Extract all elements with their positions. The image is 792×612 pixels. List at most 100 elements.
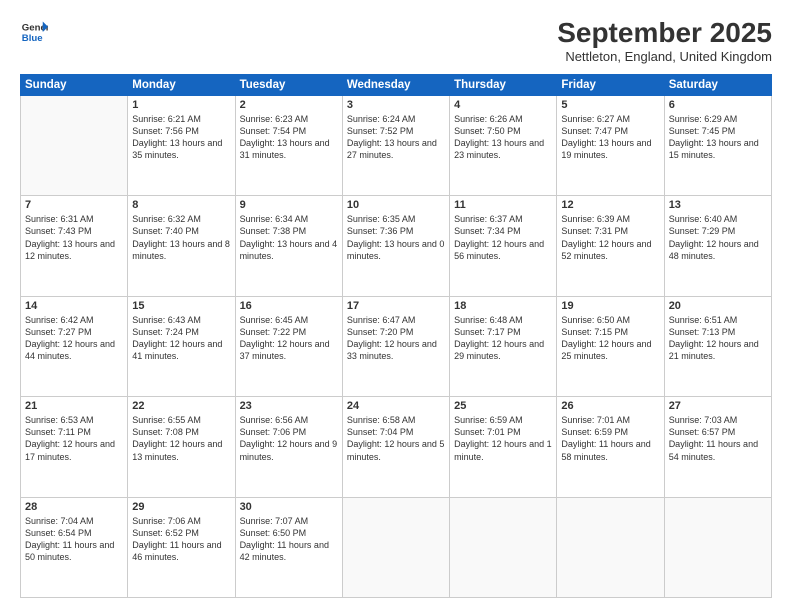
table-cell: 20Sunrise: 6:51 AMSunset: 7:13 PMDayligh… <box>664 296 771 396</box>
table-cell: 26Sunrise: 7:01 AMSunset: 6:59 PMDayligh… <box>557 397 664 497</box>
table-cell: 9Sunrise: 6:34 AMSunset: 7:38 PMDaylight… <box>235 196 342 296</box>
daylight-text: Daylight: 13 hours and 31 minutes. <box>240 137 338 161</box>
day-number: 25 <box>454 400 552 412</box>
day-number: 17 <box>347 300 445 312</box>
sunset-text: Sunset: 7:54 PM <box>240 125 338 137</box>
daylight-text: Daylight: 12 hours and 9 minutes. <box>240 438 338 462</box>
daylight-text: Daylight: 12 hours and 1 minute. <box>454 438 552 462</box>
daylight-text: Daylight: 12 hours and 33 minutes. <box>347 338 445 362</box>
daylight-text: Daylight: 12 hours and 25 minutes. <box>561 338 659 362</box>
sunrise-text: Sunrise: 7:04 AM <box>25 515 123 527</box>
sunset-text: Sunset: 7:24 PM <box>132 326 230 338</box>
table-cell: 29Sunrise: 7:06 AMSunset: 6:52 PMDayligh… <box>128 497 235 597</box>
table-cell: 1Sunrise: 6:21 AMSunset: 7:56 PMDaylight… <box>128 95 235 195</box>
sunset-text: Sunset: 6:57 PM <box>669 426 767 438</box>
day-number: 18 <box>454 300 552 312</box>
day-number: 30 <box>240 501 338 513</box>
sunset-text: Sunset: 7:34 PM <box>454 225 552 237</box>
sunset-text: Sunset: 7:56 PM <box>132 125 230 137</box>
sunset-text: Sunset: 7:43 PM <box>25 225 123 237</box>
title-block: September 2025 Nettleton, England, Unite… <box>557 18 772 64</box>
sunset-text: Sunset: 7:15 PM <box>561 326 659 338</box>
calendar-week-row: 14 Sunrise: 6:42 AMSunset: 7:27 PM Dayligh… <box>21 296 772 396</box>
sunrise-text: Sunrise: 6:26 AM <box>454 113 552 125</box>
header: General Blue September 2025 Nettleton, E… <box>20 18 772 64</box>
sunset-text: Sunset: 7:31 PM <box>561 225 659 237</box>
sunrise-text: Sunrise: 6:34 AM <box>240 213 338 225</box>
sunset-text: Sunset: 7:01 PM <box>454 426 552 438</box>
calendar-week-row: 1Sunrise: 6:21 AMSunset: 7:56 PMDaylight… <box>21 95 772 195</box>
header-friday: Friday <box>557 74 664 95</box>
daylight-text: Daylight: 13 hours and 27 minutes. <box>347 137 445 161</box>
table-cell <box>664 497 771 597</box>
day-number: 5 <box>561 99 659 111</box>
table-cell: 27Sunrise: 7:03 AMSunset: 6:57 PMDayligh… <box>664 397 771 497</box>
sunrise-text: Sunrise: 6:45 AM <box>240 314 338 326</box>
daylight-text: Daylight: 12 hours and 37 minutes. <box>240 338 338 362</box>
table-cell <box>21 95 128 195</box>
sunset-text: Sunset: 7:45 PM <box>669 125 767 137</box>
page: General Blue September 2025 Nettleton, E… <box>0 0 792 612</box>
table-cell: 19Sunrise: 6:50 AMSunset: 7:15 PMDayligh… <box>557 296 664 396</box>
svg-text:Blue: Blue <box>22 33 43 44</box>
table-cell: 3Sunrise: 6:24 AMSunset: 7:52 PMDaylight… <box>342 95 449 195</box>
day-number: 3 <box>347 99 445 111</box>
daylight-text: Daylight: 12 hours and 52 minutes. <box>561 238 659 262</box>
daylight-text: Daylight: 12 hours and 29 minutes. <box>454 338 552 362</box>
day-number: 14 <box>25 300 123 312</box>
header-saturday: Saturday <box>664 74 771 95</box>
day-number: 11 <box>454 199 552 211</box>
sunrise-text: Sunrise: 6:32 AM <box>132 213 230 225</box>
table-cell: 12Sunrise: 6:39 AMSunset: 7:31 PMDayligh… <box>557 196 664 296</box>
sunset-text: Sunset: 7:29 PM <box>669 225 767 237</box>
sunrise-text: Sunrise: 6:55 AM <box>132 414 230 426</box>
table-cell: 17Sunrise: 6:47 AMSunset: 7:20 PMDayligh… <box>342 296 449 396</box>
sunset-text: Sunset: 7:52 PM <box>347 125 445 137</box>
logo: General Blue <box>20 18 48 46</box>
sunrise-text: Sunrise: 6:58 AM <box>347 414 445 426</box>
daylight-text: Daylight: 13 hours and 23 minutes. <box>454 137 552 161</box>
day-number: 7 <box>25 199 123 211</box>
sunset-text: Sunset: 7:06 PM <box>240 426 338 438</box>
daylight-text: Daylight: 13 hours and 19 minutes. <box>561 137 659 161</box>
table-cell: 2Sunrise: 6:23 AMSunset: 7:54 PMDaylight… <box>235 95 342 195</box>
table-cell: 21Sunrise: 6:53 AMSunset: 7:11 PMDayligh… <box>21 397 128 497</box>
sunrise-text: Sunrise: 6:53 AM <box>25 414 123 426</box>
table-cell: 10Sunrise: 6:35 AMSunset: 7:36 PMDayligh… <box>342 196 449 296</box>
sunset-text: Sunset: 7:27 PM <box>25 326 123 338</box>
day-number: 2 <box>240 99 338 111</box>
calendar-week-row: 28Sunrise: 7:04 AMSunset: 6:54 PMDayligh… <box>21 497 772 597</box>
sunrise-text: Sunrise: 7:01 AM <box>561 414 659 426</box>
day-number: 4 <box>454 99 552 111</box>
sunset-text: Sunset: 7:36 PM <box>347 225 445 237</box>
day-number: 1 <box>132 99 230 111</box>
table-cell <box>342 497 449 597</box>
sunrise-text: Sunrise: 6:42 AM <box>25 314 123 326</box>
day-number: 12 <box>561 199 659 211</box>
daylight-text: Daylight: 13 hours and 8 minutes. <box>132 238 230 262</box>
day-number: 8 <box>132 199 230 211</box>
sunrise-text: Sunrise: 6:56 AM <box>240 414 338 426</box>
day-number: 29 <box>132 501 230 513</box>
day-number: 26 <box>561 400 659 412</box>
sunrise-text: Sunrise: 6:59 AM <box>454 414 552 426</box>
sunset-text: Sunset: 7:11 PM <box>25 426 123 438</box>
day-number: 13 <box>669 199 767 211</box>
calendar-table: Sunday Monday Tuesday Wednesday Thursday… <box>20 74 772 598</box>
daylight-text: Daylight: 11 hours and 50 minutes. <box>25 539 123 563</box>
daylight-text: Daylight: 11 hours and 42 minutes. <box>240 539 338 563</box>
daylight-text: Daylight: 12 hours and 13 minutes. <box>132 438 230 462</box>
table-cell: 28Sunrise: 7:04 AMSunset: 6:54 PMDayligh… <box>21 497 128 597</box>
day-number: 20 <box>669 300 767 312</box>
day-number: 6 <box>669 99 767 111</box>
daylight-text: Daylight: 12 hours and 5 minutes. <box>347 438 445 462</box>
table-cell: 16Sunrise: 6:45 AMSunset: 7:22 PMDayligh… <box>235 296 342 396</box>
sunset-text: Sunset: 6:52 PM <box>132 527 230 539</box>
sunrise-text: Sunrise: 6:48 AM <box>454 314 552 326</box>
sunset-text: Sunset: 7:04 PM <box>347 426 445 438</box>
day-number: 22 <box>132 400 230 412</box>
sunset-text: Sunset: 7:08 PM <box>132 426 230 438</box>
sunrise-text: Sunrise: 6:27 AM <box>561 113 659 125</box>
header-sunday: Sunday <box>21 74 128 95</box>
sunset-text: Sunset: 7:40 PM <box>132 225 230 237</box>
